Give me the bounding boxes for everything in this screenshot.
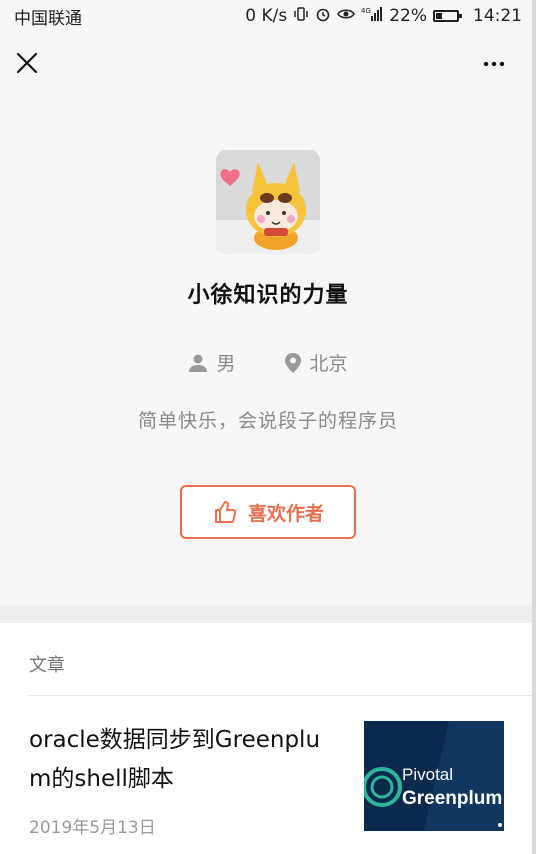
battery-percent: 22% — [389, 6, 427, 26]
battery-icon — [433, 10, 462, 22]
like-author-button[interactable]: 喜欢作者 — [180, 485, 356, 539]
author-bio: 简单快乐，会说段子的程序员 — [137, 410, 398, 432]
divider — [29, 695, 536, 696]
gender-info: 男 — [188, 349, 236, 376]
location-pin-icon — [284, 352, 301, 373]
vibrate-icon — [293, 6, 309, 27]
avatar[interactable] — [216, 150, 320, 254]
clock: 14:21 — [473, 6, 522, 26]
net-speed: 0 K/s — [245, 6, 288, 26]
gender-label: 男 — [216, 353, 236, 375]
eye-icon — [337, 6, 356, 26]
article-title: oracle数据同步到Greenplum的shell脚本 — [29, 727, 321, 792]
close-icon — [16, 52, 38, 74]
thumb-text-line2: Greenplum — [402, 788, 503, 809]
cat-avatar-icon — [216, 150, 320, 254]
location-info: 北京 — [284, 349, 348, 376]
section-divider — [0, 605, 536, 623]
more-icon — [483, 61, 505, 67]
thumb-text-line1: Pivotal — [402, 765, 454, 784]
status-bar: 中国联通 0 K/s 4G 22% 14:21 — [0, 0, 536, 32]
article-thumbnail: Pivotal Greenplum — [364, 721, 504, 831]
articles-section: 文章 oracle数据同步到Greenplum的shell脚本 2019年5月1… — [0, 623, 536, 854]
like-author-label: 喜欢作者 — [247, 502, 324, 525]
close-button[interactable] — [12, 48, 44, 80]
status-right: 0 K/s 4G 22% 14:21 — [245, 6, 522, 27]
author-meta: 男 北京 — [0, 349, 536, 376]
page-edge — [532, 0, 536, 854]
carrier: 中国联通 — [14, 8, 82, 29]
signal-icon: 4G — [361, 6, 383, 27]
svg-text:4G: 4G — [361, 7, 371, 15]
more-button[interactable] — [474, 48, 514, 80]
top-bar — [0, 40, 536, 90]
author-name: 小徐知识的力量 — [187, 283, 349, 308]
author-profile: 小徐知识的力量 男 北京 简单快乐，会说段子的程序员 喜欢作者 — [0, 150, 536, 539]
thumbs-up-icon — [214, 501, 237, 523]
location-label: 北京 — [309, 353, 348, 375]
person-icon — [189, 354, 208, 372]
article-date: 2019年5月13日 — [29, 818, 156, 838]
articles-section-title: 文章 — [29, 655, 65, 676]
alarm-icon — [315, 6, 331, 27]
